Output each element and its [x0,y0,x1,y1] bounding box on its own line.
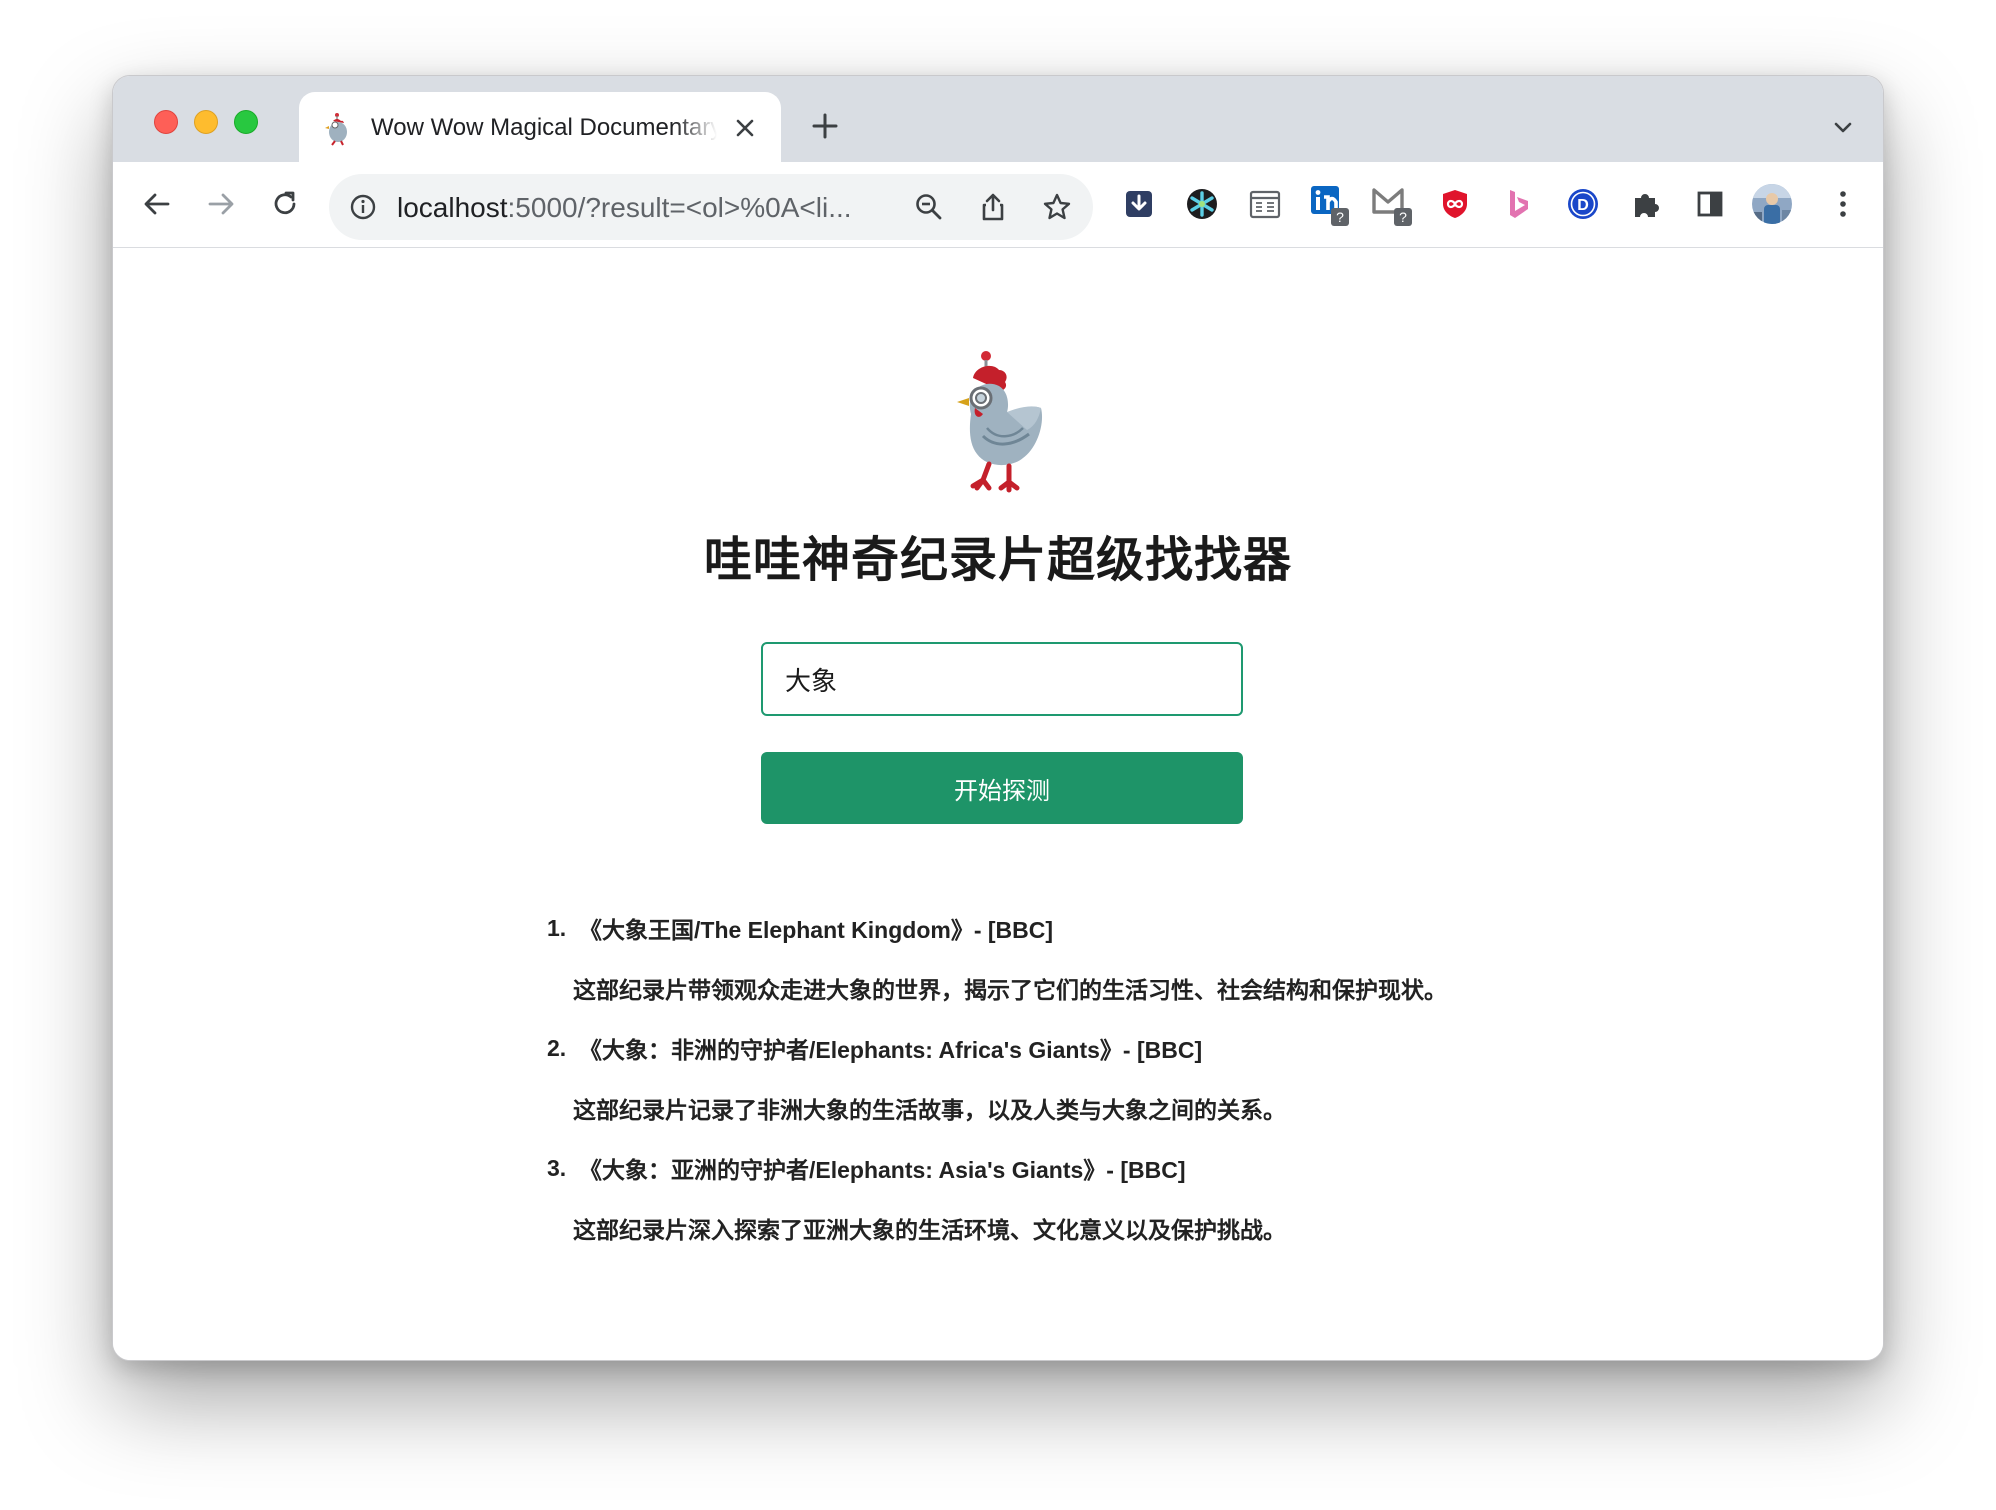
tab-strip: Wow Wow Magical Documentary Finder [113,76,1883,162]
svg-text:?: ? [1399,209,1407,225]
maximize-window-button[interactable] [234,110,258,134]
reload-icon[interactable] [263,182,307,226]
search-input[interactable] [761,642,1243,716]
calendar-ext-icon[interactable] [1243,182,1287,226]
result-number: 3. [547,1154,567,1181]
result-description: 这部纪录片记录了非洲大象的生活故事，以及人类与大象之间的关系。 [573,1097,1286,1123]
chevron-down-icon[interactable] [1829,114,1857,142]
close-tab-icon[interactable] [729,112,761,144]
close-window-button[interactable] [154,110,178,134]
result-number: 2. [547,1034,567,1061]
url-text[interactable]: localhost:5000/?result=<ol>%0A<li... [397,192,887,224]
browser-toolbar: localhost:5000/?result=<ol>%0A<li... ? ? [113,162,1883,248]
puzzle-icon[interactable] [1624,182,1668,226]
new-tab-icon[interactable] [805,106,845,146]
downloader-icon[interactable] [1117,182,1161,226]
profile-avatar[interactable] [1750,182,1794,226]
more-menu-icon[interactable] [1821,182,1865,226]
result-number: 1. [547,914,567,941]
browser-tab-active[interactable]: Wow Wow Magical Documentary Finder [299,92,781,162]
bookmark-star-icon[interactable] [1041,191,1073,223]
page-title: 哇哇神奇纪录片超级找找器 [703,534,1292,587]
list-item: 2. 《大象：非洲的守护者/Elephants: Africa's Giants… [547,1018,1547,1138]
result-heading: 《大象：亚洲的守护者/Elephants: Asia's Giants》- [B… [579,1157,1186,1183]
result-heading: 《大象王国/The Elephant Kingdom》- [BBC] [579,917,1054,943]
svg-text:D: D [1577,197,1589,214]
share-icon[interactable] [977,191,1009,223]
list-item: 1. 《大象王国/The Elephant Kingdom》- [BBC] 这部… [547,898,1547,1018]
site-info-icon[interactable] [349,193,377,221]
gmail-ext-icon[interactable]: ? [1370,182,1414,226]
forward-arrow-icon[interactable] [199,182,243,226]
back-arrow-icon[interactable] [135,182,179,226]
svg-text:?: ? [1336,209,1344,225]
page-content: 哇哇神奇纪录片超级找找器 开始探测 1. 《大象王国/The Elephant … [113,248,1883,1360]
result-description: 这部纪录片带领观众走进大象的世界，揭示了它们的生活习性、社会结构和保护现状。 [573,977,1447,1003]
results-list: 1. 《大象王国/The Elephant Kingdom》- [BBC] 这部… [547,898,1547,1258]
zoom-icon[interactable] [913,191,945,223]
address-bar[interactable]: localhost:5000/?result=<ol>%0A<li... [329,174,1093,240]
minimize-window-button[interactable] [194,110,218,134]
result-description: 这部纪录片深入探索了亚洲大象的生活环境、文化意义以及保护挑战。 [573,1217,1286,1243]
robot-chicken-icon [323,112,353,146]
result-heading: 《大象：非洲的守护者/Elephants: Africa's Giants》- … [579,1037,1203,1063]
infinity-ext-icon[interactable] [1433,182,1477,226]
list-item: 3. 《大象：亚洲的守护者/Elephants: Asia's Giants》-… [547,1138,1547,1258]
d-ext-icon[interactable]: D [1561,182,1605,226]
linkedin-ext-icon[interactable]: ? [1307,182,1351,226]
tab-title: Wow Wow Magical Documentary Finder [371,114,717,141]
bing-icon[interactable] [1497,182,1541,226]
robot-chicken-icon [943,348,1063,498]
asterisk-ext-icon[interactable] [1180,182,1224,226]
start-search-button[interactable]: 开始探测 [761,752,1243,824]
browser-window: Wow Wow Magical Documentary Finder local [112,75,1884,1361]
sidepanel-icon[interactable] [1688,182,1732,226]
